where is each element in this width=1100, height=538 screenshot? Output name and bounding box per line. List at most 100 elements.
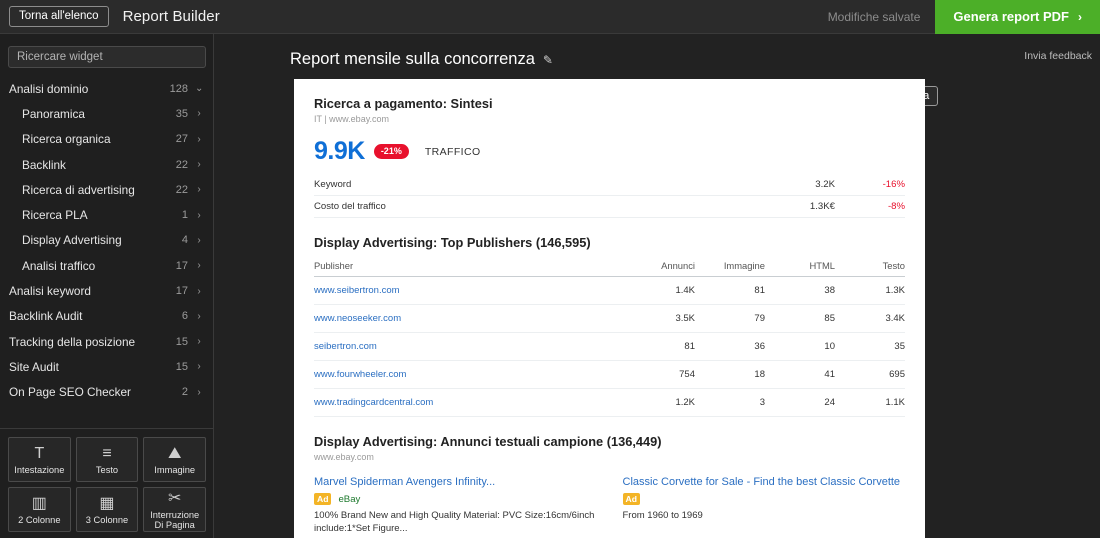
top-bar: Torna all'elenco Report Builder Modifich… xyxy=(0,0,1100,34)
sidebar-item-count: 128 xyxy=(169,82,188,95)
sidebar-item[interactable]: Tracking della posizione 15 › xyxy=(0,329,213,354)
sidebar-item[interactable]: Analisi dominio 128 ⌄ xyxy=(0,76,213,101)
metric-name: Costo del traffico xyxy=(314,195,685,218)
publisher-link[interactable]: www.seibertron.com xyxy=(314,276,625,305)
cell-annunci: 754 xyxy=(625,360,695,389)
report-builder-app: Torna all'elenco Report Builder Modifich… xyxy=(0,0,1100,538)
three-columns-icon: ▦ xyxy=(99,494,115,512)
generate-pdf-button[interactable]: Genera report PDF › xyxy=(935,0,1100,34)
sidebar-item[interactable]: Analisi traffico 17 › xyxy=(0,253,213,278)
sidebar-item-count: 6 xyxy=(181,310,188,323)
chevron-right-icon: › xyxy=(197,184,201,196)
chevron-right-icon: › xyxy=(1078,9,1082,24)
widget-top-publishers[interactable]: Display Advertising: Top Publishers (146… xyxy=(314,235,905,417)
ad-title-link[interactable]: Marvel Spiderman Avengers Infinity... xyxy=(314,476,597,489)
cell-testo: 695 xyxy=(835,360,905,389)
palette-item-scissors[interactable]: ✂ Interruzione Di Pagina xyxy=(143,487,206,532)
cell-html: 10 xyxy=(765,332,835,361)
send-feedback-link[interactable]: Invia feedback xyxy=(1024,50,1092,62)
palette-item-image[interactable]: ⛰ Immagine xyxy=(143,437,206,482)
sidebar-item-label: Site Audit xyxy=(9,359,59,374)
save-status-label: Modifiche salvate xyxy=(827,9,921,24)
palette-item-text-lines[interactable]: ≡ Testo xyxy=(75,437,139,482)
report-canvas[interactable]: Ricerca a pagamento: Sintesi IT | www.eb… xyxy=(294,79,925,538)
chevron-right-icon: › xyxy=(197,310,201,322)
chevron-down-icon: ⌄ xyxy=(195,83,204,95)
column-header: Annunci xyxy=(625,258,695,277)
sidebar-item-count: 35 xyxy=(175,107,188,120)
palette-item-two-columns[interactable]: ▥ 2 Colonne xyxy=(8,487,71,532)
ad-description: From 1960 to 1969 xyxy=(622,510,703,521)
publisher-link[interactable]: www.neoseeker.com xyxy=(314,304,625,333)
widget-subtitle: IT | www.ebay.com xyxy=(314,114,390,124)
cell-annunci: 81 xyxy=(625,332,695,361)
cell-html: 24 xyxy=(765,388,835,417)
widget-subtitle: www.ebay.com xyxy=(314,452,374,462)
metric-value: 9.9K xyxy=(314,137,365,165)
sidebar-item[interactable]: Ricerca PLA 1 › xyxy=(0,202,213,227)
chevron-right-icon: › xyxy=(197,209,201,221)
page-title: Report mensile sulla concorrenza xyxy=(290,50,535,68)
sidebar-item[interactable]: Backlink Audit 6 › xyxy=(0,304,213,329)
chevron-right-icon: › xyxy=(197,361,201,373)
heading-icon: T xyxy=(34,444,45,462)
palette-item-label: Intestazione xyxy=(14,464,65,475)
status-badge: -21% xyxy=(373,144,409,159)
widget-sample-text-ads[interactable]: Display Advertising: Annunci testuali ca… xyxy=(314,434,905,538)
sidebar-item-count: 17 xyxy=(175,285,188,298)
pencil-icon[interactable]: ✎ xyxy=(543,53,553,67)
widget-paid-search-summary[interactable]: Ricerca a pagamento: Sintesi IT | www.eb… xyxy=(314,96,905,218)
text-lines-icon: ≡ xyxy=(102,444,112,462)
column-header: Immagine xyxy=(695,258,765,277)
sidebar-item[interactable]: Display Advertising 4 › xyxy=(0,228,213,253)
text-ads-grid: Marvel Spiderman Avengers Infinity... Ad e… xyxy=(314,476,905,538)
sidebar-item-count: 4 xyxy=(181,234,188,247)
sidebar-item[interactable]: On Page SEO Checker 2 › xyxy=(0,380,213,405)
chevron-right-icon: › xyxy=(197,386,201,398)
publisher-link[interactable]: www.fourwheeler.com xyxy=(314,360,625,389)
cell-immagine: 81 xyxy=(695,276,765,305)
metric-label: TRAFFICO xyxy=(424,145,481,158)
cell-annunci: 1.2K xyxy=(625,388,695,417)
sidebar-item[interactable]: Ricerca organica 27 › xyxy=(0,127,213,152)
cell-immagine: 18 xyxy=(695,360,765,389)
publisher-link[interactable]: seibertron.com xyxy=(314,332,625,361)
sidebar-item-count: 22 xyxy=(175,183,188,196)
ad-badge: Ad xyxy=(622,493,640,505)
sidebar-item[interactable]: Site Audit 15 › xyxy=(0,354,213,379)
sidebar-item-label: On Page SEO Checker xyxy=(9,385,131,400)
traffic-metric: 9.9K -21% TRAFFICO xyxy=(314,137,905,166)
two-columns-icon: ▥ xyxy=(31,494,47,512)
palette-item-label: Immagine xyxy=(154,464,196,475)
table-row: Keyword 3.2K -16% xyxy=(314,174,905,196)
chevron-right-icon: › xyxy=(197,234,201,246)
palette-item-three-columns[interactable]: ▦ 3 Colonne xyxy=(75,487,139,532)
chevron-right-icon: › xyxy=(197,260,201,272)
back-to-list-button[interactable]: Torna all'elenco xyxy=(9,6,109,27)
cell-html: 85 xyxy=(765,304,835,333)
table-header-row: Publisher Annunci Immagine HTML Testo xyxy=(314,258,905,277)
table-row: seibertron.com 81 36 10 35 xyxy=(314,332,905,361)
chevron-right-icon: › xyxy=(197,285,201,297)
publisher-link[interactable]: www.tradingcardcentral.com xyxy=(314,388,625,417)
sidebar-item-count: 1 xyxy=(181,209,188,222)
table-row: www.fourwheeler.com 754 18 41 695 xyxy=(314,360,905,389)
cell-annunci: 1.4K xyxy=(625,276,695,305)
sidebar-item-count: 22 xyxy=(175,158,188,171)
palette-item-heading[interactable]: T Intestazione xyxy=(8,437,71,482)
sidebar-item-count: 27 xyxy=(175,133,188,146)
main-area: Invia feedback Report mensile sulla conc… xyxy=(214,34,1100,538)
sidebar-item[interactable]: Analisi keyword 17 › xyxy=(0,278,213,303)
widget-title: Display Advertising: Top Publishers (146… xyxy=(314,235,591,250)
metric-delta: -16% xyxy=(835,174,905,196)
sidebar-item[interactable]: Ricerca di advertising 22 › xyxy=(0,177,213,202)
ad-title-link[interactable]: Classic Corvette for Sale - Find the bes… xyxy=(623,476,906,489)
search-input[interactable] xyxy=(8,46,206,68)
sidebar-item[interactable]: Backlink 22 › xyxy=(0,152,213,177)
app-title: Report Builder xyxy=(122,8,220,25)
top-bar-right: Modifiche salvate Genera report PDF › xyxy=(827,0,1100,34)
column-header: HTML xyxy=(765,258,835,277)
metric-value: 3.2K xyxy=(685,174,835,196)
sidebar-item[interactable]: Panoramica 35 › xyxy=(0,101,213,126)
widget-title: Display Advertising: Annunci testuali ca… xyxy=(314,434,662,449)
